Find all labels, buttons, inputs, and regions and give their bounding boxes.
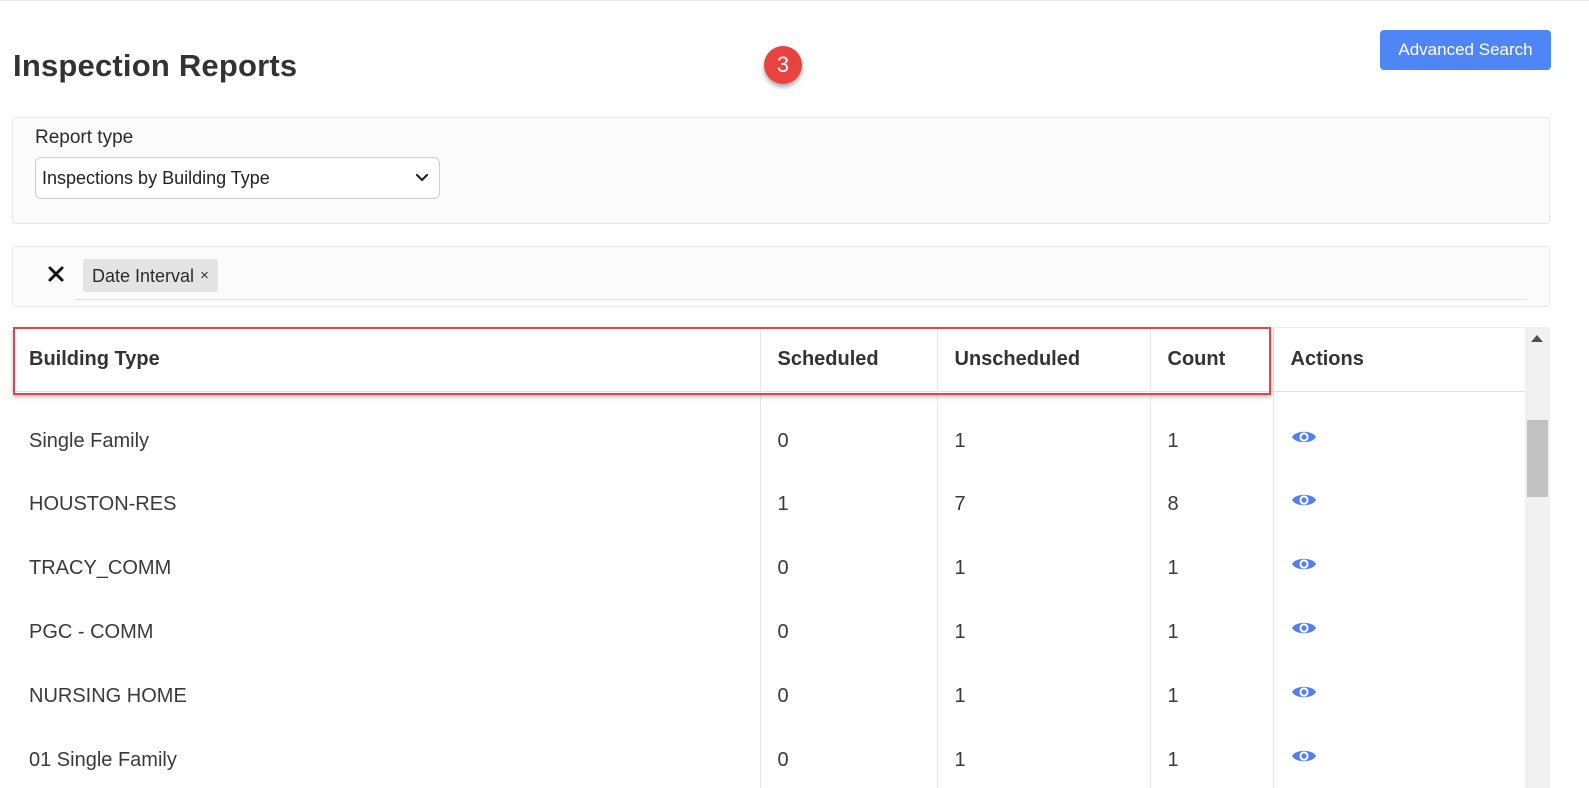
cell-count: 1: [1150, 728, 1274, 788]
report-type-selected-value: Inspections by Building Type: [42, 168, 270, 188]
cell-scheduled: 0: [760, 600, 938, 664]
column-header-count[interactable]: Count: [1150, 327, 1274, 392]
eye-icon[interactable]: [1291, 428, 1317, 446]
filter-input-line[interactable]: [75, 299, 1527, 300]
cell-unscheduled: 1: [937, 664, 1151, 728]
chevron-down-icon: [415, 173, 429, 182]
advanced-search-button[interactable]: Advanced Search: [1380, 30, 1551, 70]
table-row: HOUSTON-RES 1 7 8: [12, 472, 1525, 536]
cell-actions: [1273, 664, 1525, 728]
report-table-container: Building Type Scheduled Unscheduled Coun…: [12, 327, 1525, 788]
cell-unscheduled: 1: [937, 391, 1151, 472]
cell-building-type: HOUSTON-RES: [12, 472, 761, 536]
cell-building-type: 01 Single Family: [12, 728, 761, 788]
cell-scheduled: 0: [760, 536, 938, 600]
scroll-thumb[interactable]: [1527, 420, 1548, 497]
cell-count: 1: [1150, 600, 1274, 664]
report-type-panel: Report type Inspections by Building Type: [12, 117, 1550, 224]
table-row: TRACY_COMM 0 1 1: [12, 536, 1525, 600]
cell-count: 1: [1150, 664, 1274, 728]
table-scrollbar[interactable]: [1525, 327, 1550, 788]
table-row: 01 Single Family 0 1 1: [12, 728, 1525, 788]
cell-building-type: TRACY_COMM: [12, 536, 761, 600]
cell-unscheduled: 1: [937, 728, 1151, 788]
step-badge: 3: [764, 46, 802, 84]
filter-panel: Date Interval ×: [12, 246, 1550, 307]
cell-count: 1: [1150, 391, 1274, 472]
close-icon[interactable]: [47, 265, 65, 283]
cell-building-type: PGC - COMM: [12, 600, 761, 664]
cell-scheduled: 1: [760, 472, 938, 536]
report-table: Building Type Scheduled Unscheduled Coun…: [12, 327, 1525, 788]
eye-icon[interactable]: [1291, 491, 1317, 509]
filter-chip-label: Date Interval: [92, 266, 195, 286]
cell-count: 8: [1150, 472, 1274, 536]
column-header-building-type[interactable]: Building Type: [12, 327, 761, 392]
eye-icon[interactable]: [1291, 555, 1317, 573]
page-title: Inspection Reports: [13, 48, 298, 83]
column-header-actions: Actions: [1273, 327, 1525, 392]
column-header-scheduled[interactable]: Scheduled: [760, 327, 938, 392]
cell-actions: [1273, 536, 1525, 600]
report-type-select[interactable]: Inspections by Building Type: [35, 157, 440, 199]
cell-scheduled: 0: [760, 664, 938, 728]
cell-building-type: NURSING HOME: [12, 664, 761, 728]
cell-actions: [1273, 392, 1525, 473]
page: Inspection Reports 3 Advanced Search Rep…: [0, 0, 1589, 788]
table-row: PGC - COMM 0 1 1: [12, 600, 1525, 664]
table-header-row: Building Type Scheduled Unscheduled Coun…: [12, 327, 1525, 392]
cell-building-type: Single Family: [12, 391, 761, 472]
scroll-up-arrow-icon[interactable]: [1531, 335, 1543, 342]
cell-unscheduled: 7: [937, 472, 1151, 536]
filter-chip-remove-button[interactable]: ×: [200, 267, 209, 284]
eye-icon[interactable]: [1291, 747, 1317, 765]
cell-actions: [1273, 472, 1525, 536]
report-type-label: Report type: [35, 127, 134, 148]
eye-icon[interactable]: [1291, 683, 1317, 701]
filter-chip-date-interval: Date Interval ×: [83, 259, 218, 292]
cell-scheduled: 0: [760, 391, 938, 472]
cell-scheduled: 0: [760, 728, 938, 788]
eye-icon[interactable]: [1291, 619, 1317, 637]
cell-unscheduled: 1: [937, 600, 1151, 664]
table-row: NURSING HOME 0 1 1: [12, 664, 1525, 728]
cell-unscheduled: 1: [937, 536, 1151, 600]
table-row: Single Family 0 1 1: [12, 391, 1525, 473]
cell-actions: [1273, 728, 1525, 788]
cell-actions: [1273, 600, 1525, 664]
cell-count: 1: [1150, 536, 1274, 600]
column-header-unscheduled[interactable]: Unscheduled: [937, 327, 1151, 392]
